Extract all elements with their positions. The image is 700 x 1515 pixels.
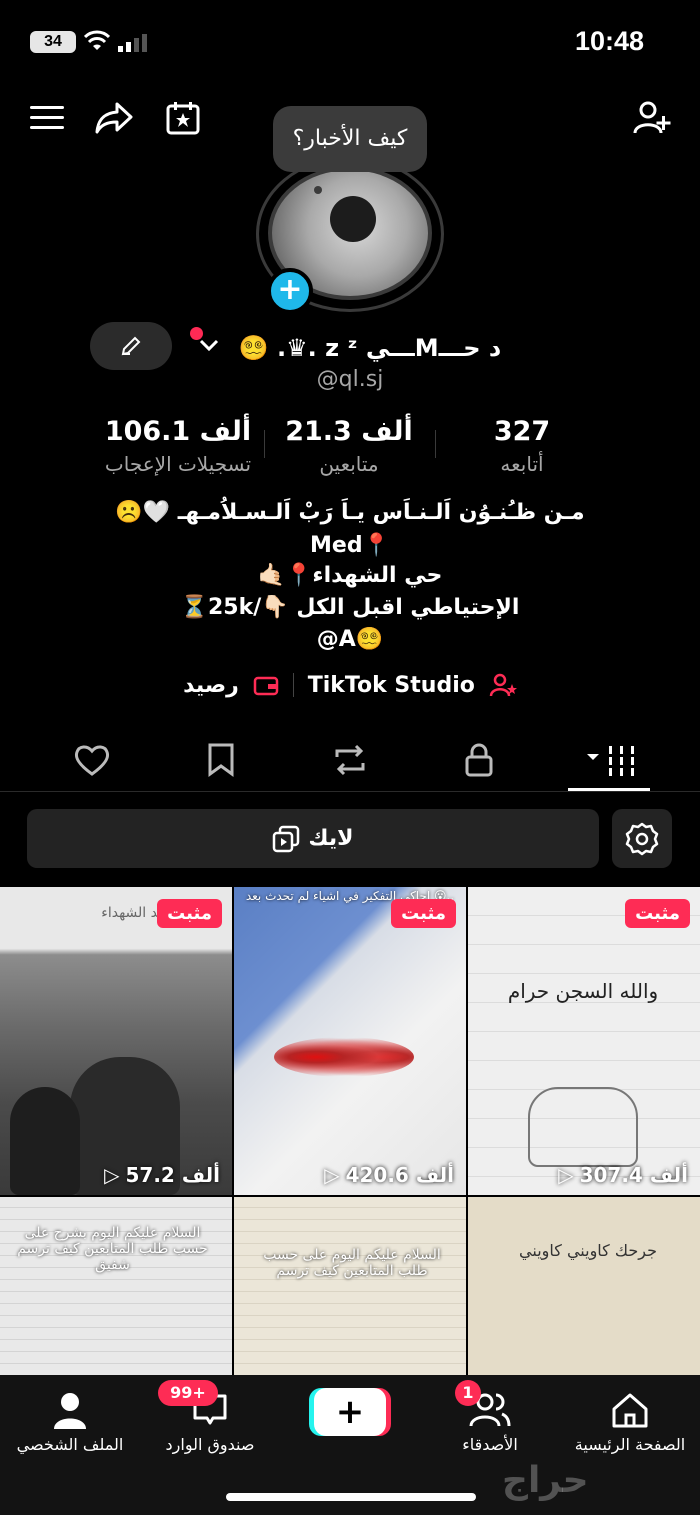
- pinned-badge: مثبت: [625, 899, 690, 928]
- stat-following-label[interactable]: أتابعه: [427, 452, 617, 476]
- play-icon: ▷: [558, 1163, 574, 1187]
- person-icon: [54, 1393, 86, 1429]
- wallet-icon: [253, 676, 278, 696]
- nav-profile[interactable]: الملف الشخصي: [0, 1387, 140, 1454]
- like-collection-button[interactable]: لايك: [27, 809, 599, 868]
- profile-links: رصيد TikTok Studio: [0, 672, 700, 698]
- bio-line[interactable]: @A😵‍💫: [0, 627, 700, 652]
- play-icon: ▷: [324, 1163, 340, 1187]
- view-count-value: 307.4 ألف: [579, 1163, 688, 1187]
- share-icon[interactable]: [92, 96, 136, 140]
- view-count-value: 420.6 ألف: [345, 1163, 454, 1187]
- content-tabs: [0, 732, 700, 792]
- display-name: د حـــMـــي z ᶻ .♛. 😵‍💫: [238, 334, 502, 362]
- bio-line: حي الشهداء📍🤙🏻: [257, 563, 443, 588]
- like-label: لايك: [308, 826, 354, 851]
- pencil-icon: [121, 336, 141, 356]
- gear-icon: [625, 822, 659, 855]
- balance-label[interactable]: رصيد: [183, 673, 239, 698]
- tab-reposts[interactable]: [320, 738, 380, 782]
- settings-button[interactable]: [612, 809, 672, 868]
- video-caption: السلام عليكم اليوم على حسب طلب المتابعين…: [263, 1247, 441, 1279]
- video-caption: جرحك كاويني كاويني: [519, 1241, 657, 1260]
- view-count-value: 57.2 ألف: [125, 1163, 221, 1187]
- avatar-figure: [330, 196, 376, 242]
- username: @ql.sj: [316, 367, 384, 392]
- nav-profile-label: الملف الشخصي: [16, 1435, 124, 1454]
- menu-icon[interactable]: [25, 96, 69, 140]
- bio-line: الإحتياطي اقبل الكل 👇🏻/25k⏳: [180, 595, 520, 620]
- friends-badge: 1: [455, 1380, 481, 1406]
- person-figure: [10, 1087, 80, 1195]
- active-tab-indicator: [568, 788, 650, 791]
- tab-liked[interactable]: [62, 738, 122, 782]
- add-story-button[interactable]: +: [267, 268, 313, 314]
- nav-friends-label: الأصدقاء: [462, 1435, 518, 1454]
- tab-saved[interactable]: [191, 738, 251, 782]
- creator-icon: [489, 673, 517, 697]
- bubble-tail: [314, 186, 322, 194]
- wifi-icon: [83, 30, 111, 56]
- inbox-badge: 99+: [158, 1380, 218, 1406]
- signal-icon: [118, 34, 150, 56]
- grid-icon: [587, 746, 634, 776]
- video-caption: السلام عليكم اليوم بشرح على حسب طلب المت…: [17, 1225, 208, 1273]
- bookmark-icon: [208, 743, 234, 777]
- clock: 10:48: [575, 26, 645, 56]
- tab-videos[interactable]: [578, 738, 648, 782]
- play-icon: ▷: [104, 1163, 120, 1187]
- link-divider: [292, 673, 294, 697]
- nav-home[interactable]: الصفحة الرئيسية: [560, 1387, 700, 1454]
- add-friend-icon[interactable]: [630, 96, 674, 140]
- calendar-star-icon[interactable]: [161, 96, 205, 140]
- create-button[interactable]: +: [314, 1388, 386, 1436]
- drawn-eyes: [274, 1037, 414, 1077]
- stat-followers-label[interactable]: متابعين: [254, 452, 444, 476]
- nav-inbox-label: صندوق الوارد: [165, 1435, 255, 1454]
- repost-icon: [335, 744, 365, 776]
- battery-indicator: 34: [30, 31, 76, 53]
- bio-line: Med📍: [310, 533, 390, 558]
- view-count: ▷ 307.4 ألف: [558, 1163, 688, 1187]
- tab-private[interactable]: [449, 738, 509, 782]
- video-thumbnail[interactable]: السلام عليكم اليوم بشرح على حسب طلب المت…: [0, 1197, 232, 1375]
- nav-home-label: الصفحة الرئيسية: [574, 1435, 686, 1454]
- video-thumbnail[interactable]: السلام عليكم اليوم على حسب طلب المتابعين…: [234, 1197, 466, 1375]
- lock-icon: [465, 743, 493, 777]
- home-indicator[interactable]: [226, 1493, 476, 1501]
- tiktok-studio-link[interactable]: TikTok Studio: [308, 673, 475, 698]
- status-bubble[interactable]: كيف الأخبار؟: [273, 106, 427, 172]
- video-thumbnail[interactable]: حي سيد الشهداء مثبت ▷ 57.2 ألف: [0, 887, 232, 1195]
- view-count: ▷ 57.2 ألف: [104, 1163, 220, 1187]
- collection-icon: [273, 825, 300, 852]
- drawn-hands: [528, 1087, 638, 1167]
- pinned-badge: مثبت: [157, 899, 222, 928]
- stat-likes-label: تسجيلات الإعجاب: [104, 452, 252, 476]
- pinned-badge: مثبت: [391, 899, 456, 928]
- home-icon: [612, 1393, 648, 1428]
- view-count: ▷ 420.6 ألف: [324, 1163, 454, 1187]
- stat-likes-value: 106.1 ألف: [104, 416, 252, 447]
- video-thumbnail[interactable]: جرحك كاويني كاويني: [468, 1197, 700, 1375]
- watermark: حراج: [502, 1460, 589, 1501]
- bio-line: مـن ظـُنـوُن اَلـنـاَس يـاَ رَبْ اَلـسـل…: [115, 500, 585, 525]
- chevron-down-icon[interactable]: [198, 334, 220, 360]
- video-caption: والله السجن حرام: [507, 979, 659, 1003]
- video-thumbnail[interactable]: احاكي التفكير في اشياء لم تحدث بعد 😮.. م…: [234, 887, 466, 1195]
- video-thumbnail[interactable]: والله السجن حرام مثبت ▷ 307.4 ألف: [468, 887, 700, 1195]
- stat-followers-value[interactable]: 21.3 ألف: [254, 416, 444, 447]
- nav-friends[interactable]: الأصدقاء: [420, 1387, 560, 1454]
- stat-following-value[interactable]: 327: [427, 416, 617, 447]
- edit-profile-button[interactable]: [90, 322, 172, 370]
- heart-icon: [74, 745, 110, 776]
